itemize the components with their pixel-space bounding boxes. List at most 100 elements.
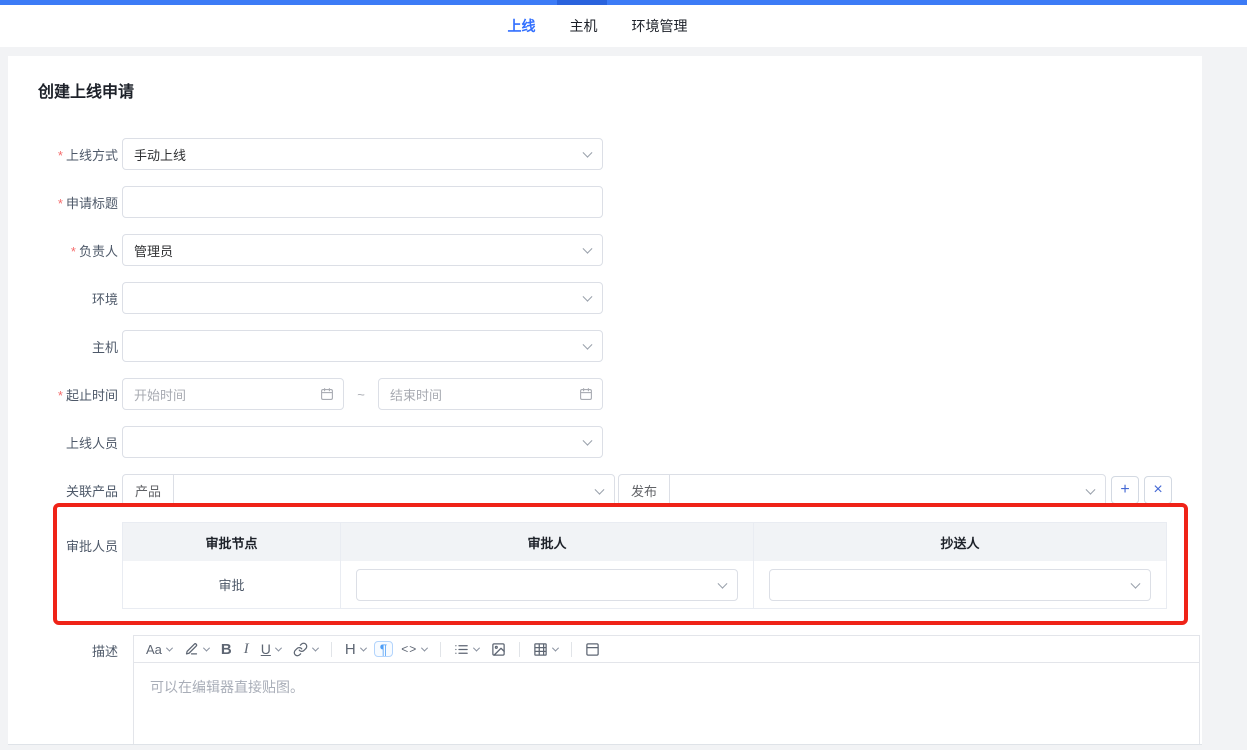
related-product-label: 关联产品 (65, 483, 118, 499)
form-row-request-title: * 申请标题 (8, 186, 1202, 218)
chevron-down-icon (359, 644, 367, 652)
form-row-approvers: 审批人员 审批节点 审批人 抄送人 审批 (8, 522, 1202, 609)
form-row-description: 描述 Aa B I U H ¶ <> 可以在编辑器直接贴图。 (8, 635, 1202, 744)
chevron-down-icon (582, 243, 593, 254)
calendar-icon (579, 387, 593, 401)
form-row-owner: * 负责人 管理员 (8, 234, 1202, 266)
form-row-time-range: * 起止时间 开始时间 ~ 结束时间 (8, 378, 1202, 410)
add-product-button[interactable]: + (1111, 476, 1139, 504)
end-time-placeholder: 结束时间 (390, 387, 443, 403)
toolbar-divider (330, 641, 332, 657)
remove-product-button[interactable]: × (1144, 476, 1172, 504)
image-icon (491, 642, 506, 657)
list-button[interactable] (450, 641, 483, 658)
italic-button[interactable]: I (240, 641, 253, 658)
environment-select[interactable] (122, 282, 603, 314)
form-row-launch-staff: 上线人员 (8, 426, 1202, 458)
chevron-down-icon (421, 644, 429, 652)
chevron-down-icon (311, 644, 319, 652)
chevron-down-icon (717, 578, 728, 589)
release-prefix-label: 发布 (619, 475, 671, 505)
approver-select[interactable] (356, 568, 738, 601)
column-header-cc: 抄送人 (940, 535, 980, 551)
request-title-input[interactable] (122, 186, 603, 218)
page-title: 创建上线申请 (38, 84, 135, 101)
time-range-label: 起止时间 (65, 387, 118, 403)
tab-online[interactable]: 上线 (508, 16, 536, 36)
product-select-group: 产品 (122, 474, 615, 507)
product-prefix-label: 产品 (123, 475, 175, 505)
release-select-group: 发布 (618, 474, 1106, 507)
chevron-down-icon (594, 484, 605, 495)
toolbar-divider (440, 641, 442, 657)
table-button[interactable] (529, 641, 562, 658)
host-label: 主机 (91, 339, 118, 355)
form-row-launch-method: * 上线方式 手动上线 (8, 138, 1202, 170)
chevron-down-icon (582, 339, 593, 350)
launch-method-select[interactable]: 手动上线 (122, 138, 603, 170)
approvers-label: 审批人员 (65, 539, 118, 554)
image-button[interactable] (487, 641, 510, 658)
required-asterisk: * (57, 195, 63, 211)
launch-staff-select[interactable] (122, 426, 603, 458)
chevron-down-icon (582, 147, 593, 158)
release-select[interactable] (670, 475, 1105, 507)
owner-value: 管理员 (134, 243, 174, 259)
host-select[interactable] (122, 330, 603, 362)
chevron-down-icon (473, 644, 481, 652)
required-asterisk: * (70, 243, 76, 259)
chevron-down-icon (165, 644, 173, 652)
bold-button[interactable]: B (217, 641, 236, 658)
request-title-label: 申请标题 (65, 195, 118, 211)
editor-toolbar: Aa B I U H ¶ <> (134, 636, 1199, 662)
column-header-approver: 审批人 (341, 523, 754, 561)
tab-environment[interactable]: 环境管理 (632, 16, 688, 36)
rich-text-editor: Aa B I U H ¶ <> 可以在编辑器直接贴图。 (133, 635, 1200, 744)
top-accent-bar (0, 0, 1247, 5)
chevron-down-icon (1085, 484, 1096, 495)
heading-button[interactable]: H (341, 641, 370, 658)
owner-select[interactable]: 管理员 (122, 234, 603, 266)
description-label: 描述 (91, 644, 118, 659)
end-time-input[interactable]: 结束时间 (378, 378, 603, 410)
tab-host[interactable]: 主机 (570, 16, 598, 36)
launch-method-value: 手动上线 (134, 147, 187, 163)
environment-label: 环境 (91, 291, 118, 307)
owner-label: 负责人 (78, 243, 118, 259)
form-row-host: 主机 (8, 330, 1202, 362)
top-accent-bar-segment (557, 0, 607, 5)
form-row-related-product: 关联产品 产品 发布 + × (8, 474, 1202, 507)
approval-table: 审批节点 审批人 抄送人 审批 (122, 522, 1167, 609)
pen-color-icon (184, 642, 199, 657)
chevron-down-icon (582, 435, 593, 446)
column-header-approval-node: 审批节点 (123, 523, 341, 561)
editor-placeholder: 可以在编辑器直接贴图。 (150, 679, 304, 695)
table-icon (533, 642, 548, 657)
paragraph-button[interactable]: ¶ (373, 641, 394, 657)
chevron-down-icon (274, 644, 282, 652)
product-select[interactable] (174, 475, 614, 507)
link-button[interactable] (289, 641, 322, 658)
plus-icon: + (1120, 481, 1130, 498)
panel-button[interactable] (581, 641, 604, 658)
chevron-down-icon (582, 291, 593, 302)
code-button[interactable]: <> (397, 642, 431, 656)
time-range-picker: 开始时间 ~ 结束时间 (122, 378, 603, 410)
link-icon (293, 642, 308, 657)
toolbar-divider (519, 641, 521, 657)
font-size-button[interactable]: Aa (142, 642, 176, 657)
editor-content-area[interactable]: 可以在编辑器直接贴图。 (134, 662, 1199, 744)
cc-select[interactable] (769, 568, 1151, 601)
start-time-input[interactable]: 开始时间 (122, 378, 344, 410)
chevron-down-icon (552, 644, 560, 652)
required-asterisk: * (57, 147, 63, 163)
underline-button[interactable]: U (257, 641, 285, 657)
approval-node-value: 审批 (123, 561, 341, 608)
launch-method-label: 上线方式 (65, 147, 118, 163)
text-color-button[interactable] (180, 641, 213, 658)
chevron-down-icon (202, 644, 210, 652)
list-icon (454, 642, 469, 657)
start-time-placeholder: 开始时间 (134, 387, 187, 403)
nav-tabs: 上线 主机 环境管理 (508, 16, 688, 36)
time-range-separator: ~ (357, 386, 365, 402)
